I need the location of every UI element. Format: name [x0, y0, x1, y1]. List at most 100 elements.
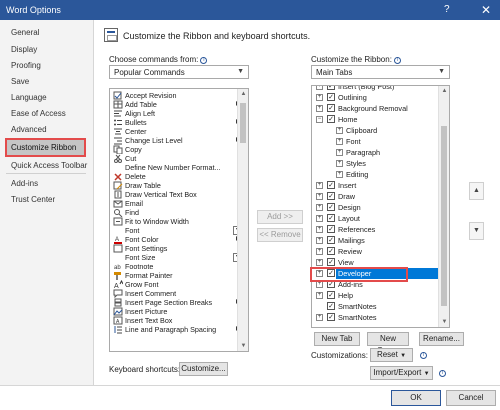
- expand-icon[interactable]: +: [316, 292, 323, 299]
- scroll-up-icon[interactable]: ▲: [238, 91, 248, 97]
- checkbox[interactable]: ✓: [327, 247, 335, 255]
- tree-item[interactable]: − ✓ Home: [312, 114, 439, 125]
- checkbox[interactable]: ✓: [327, 258, 335, 266]
- expand-icon[interactable]: +: [316, 226, 323, 233]
- expand-icon[interactable]: +: [316, 281, 323, 288]
- nav-item-save[interactable]: Save: [11, 77, 29, 86]
- expand-icon[interactable]: +: [336, 127, 343, 134]
- list-item[interactable]: Cut: [110, 154, 240, 163]
- nav-item-customize-ribbon[interactable]: Customize Ribbon: [11, 143, 76, 152]
- scrollbar-thumb[interactable]: [441, 126, 447, 306]
- new-tab-button[interactable]: New Tab: [314, 332, 360, 346]
- add-button[interactable]: Add >>: [257, 210, 303, 224]
- tree-item[interactable]: + ✓ Outlining: [312, 92, 439, 103]
- expand-icon[interactable]: +: [336, 160, 343, 167]
- tree-item[interactable]: + ✓ SmartNotes: [312, 312, 439, 323]
- list-item[interactable]: Format Painter: [110, 271, 240, 280]
- list-item[interactable]: Insert Picture: [110, 307, 240, 316]
- scrollbar-thumb[interactable]: [240, 103, 246, 143]
- list-item[interactable]: A Grow Font: [110, 279, 240, 290]
- list-item[interactable]: Accept Revision: [110, 91, 240, 100]
- expand-icon[interactable]: +: [316, 314, 323, 321]
- list-item[interactable]: Font Settings: [110, 244, 240, 253]
- expand-icon[interactable]: +: [336, 171, 343, 178]
- tree-item[interactable]: + ✓ Layout: [312, 213, 439, 224]
- nav-item-general[interactable]: General: [11, 28, 39, 37]
- nav-item-language[interactable]: Language: [11, 93, 47, 102]
- ribbon-tree-scrollbar[interactable]: ▲ ▼: [438, 86, 449, 327]
- cancel-button[interactable]: Cancel: [446, 390, 496, 406]
- expand-icon[interactable]: +: [336, 138, 343, 145]
- nav-item-advanced[interactable]: Advanced: [11, 125, 47, 134]
- checkbox[interactable]: ✓: [327, 214, 335, 222]
- choose-commands-dropdown[interactable]: Popular Commands ▼: [109, 65, 249, 79]
- expand-icon[interactable]: +: [316, 94, 323, 101]
- scroll-down-icon[interactable]: ▼: [439, 319, 449, 325]
- expand-icon[interactable]: +: [316, 204, 323, 211]
- import-export-button[interactable]: Import/Export ▼: [370, 366, 433, 380]
- help-icon[interactable]: ?: [444, 4, 450, 15]
- nav-item-add-ins[interactable]: Add-ins: [11, 179, 38, 188]
- expand-icon[interactable]: +: [316, 105, 323, 112]
- expand-icon[interactable]: +: [316, 182, 323, 189]
- checkbox[interactable]: ✓: [327, 302, 335, 310]
- close-icon[interactable]: ✕: [472, 0, 500, 20]
- nav-item-ease-of-access[interactable]: Ease of Access: [11, 109, 66, 118]
- checkbox[interactable]: ✓: [327, 203, 335, 211]
- commands-list[interactable]: Accept Revision Add Table▶ Align Left Bu…: [109, 88, 249, 352]
- list-item[interactable]: Email: [110, 199, 240, 208]
- tree-item[interactable]: + ✓ Background Removal: [312, 103, 439, 114]
- checkbox[interactable]: ✓: [327, 181, 335, 189]
- list-item[interactable]: Font Size▾: [110, 253, 242, 262]
- expand-icon[interactable]: +: [336, 149, 343, 156]
- list-item[interactable]: Insert Comment: [110, 289, 240, 299]
- ribbon-tree[interactable]: + ✓ Insert (Blog Post) + ✓ Outlining + ✓ Backgro…: [311, 85, 450, 328]
- new-group-button[interactable]: New Group: [367, 332, 409, 355]
- checkbox[interactable]: ✓: [327, 192, 335, 200]
- checkbox[interactable]: ✓: [327, 291, 335, 299]
- customize-ribbon-dropdown[interactable]: Main Tabs ▼: [311, 65, 450, 79]
- list-item[interactable]: Align Left: [110, 109, 240, 118]
- checkbox[interactable]: ✓: [327, 104, 335, 112]
- checkbox[interactable]: ✓: [327, 115, 335, 123]
- tree-item[interactable]: ✓ SmartNotes: [312, 301, 439, 312]
- list-item[interactable]: Delete: [110, 172, 240, 181]
- tree-item[interactable]: + Editing: [312, 169, 439, 180]
- expand-icon[interactable]: +: [316, 237, 323, 244]
- checkbox[interactable]: ✓: [327, 93, 335, 101]
- expand-icon[interactable]: +: [316, 248, 323, 255]
- list-item[interactable]: ab Footnote: [110, 262, 240, 271]
- list-item[interactable]: Draw Table: [110, 181, 240, 190]
- checkbox[interactable]: ✓: [327, 236, 335, 244]
- list-item[interactable]: Find: [110, 208, 240, 218]
- nav-item-proofing[interactable]: Proofing: [11, 61, 41, 70]
- nav-item-quick-access-toolbar[interactable]: Quick Access Toolbar: [11, 161, 87, 170]
- tree-item[interactable]: + ✓ Insert: [312, 180, 439, 191]
- tree-item[interactable]: + Paragraph: [312, 147, 439, 158]
- customize-keyboard-button[interactable]: Customize...: [179, 362, 228, 376]
- scroll-down-icon[interactable]: ▼: [238, 343, 248, 349]
- reset-button[interactable]: Reset ▼: [370, 348, 413, 362]
- checkbox[interactable]: ✓: [327, 86, 335, 90]
- scroll-up-icon[interactable]: ▲: [439, 88, 449, 94]
- tree-item[interactable]: + ✓ Help: [312, 290, 439, 301]
- commands-scrollbar[interactable]: ▲ ▼: [237, 89, 248, 351]
- expand-icon[interactable]: +: [316, 215, 323, 222]
- expand-icon[interactable]: +: [316, 86, 323, 90]
- nav-item-display[interactable]: Display: [11, 45, 37, 54]
- rename-button[interactable]: Rename...: [419, 332, 464, 346]
- expand-icon[interactable]: +: [316, 259, 323, 266]
- list-item[interactable]: Draw Vertical Text Box: [110, 190, 240, 199]
- remove-button[interactable]: << Remove: [257, 228, 303, 242]
- list-item[interactable]: Define New Number Format...: [110, 163, 240, 172]
- list-item[interactable]: Center: [110, 127, 240, 136]
- list-item[interactable]: Copy: [110, 145, 240, 155]
- list-item[interactable]: Insert Page Section Breaks▶: [110, 298, 241, 307]
- list-item[interactable]: A Insert Text Box: [110, 316, 240, 325]
- ok-button[interactable]: OK: [391, 390, 441, 406]
- move-up-button[interactable]: ▲: [469, 182, 484, 200]
- checkbox[interactable]: ✓: [327, 225, 335, 233]
- tree-item[interactable]: + ✓ Mailings: [312, 235, 439, 246]
- tree-item[interactable]: + Font: [312, 136, 439, 147]
- list-item[interactable]: Add Table▶: [110, 100, 241, 109]
